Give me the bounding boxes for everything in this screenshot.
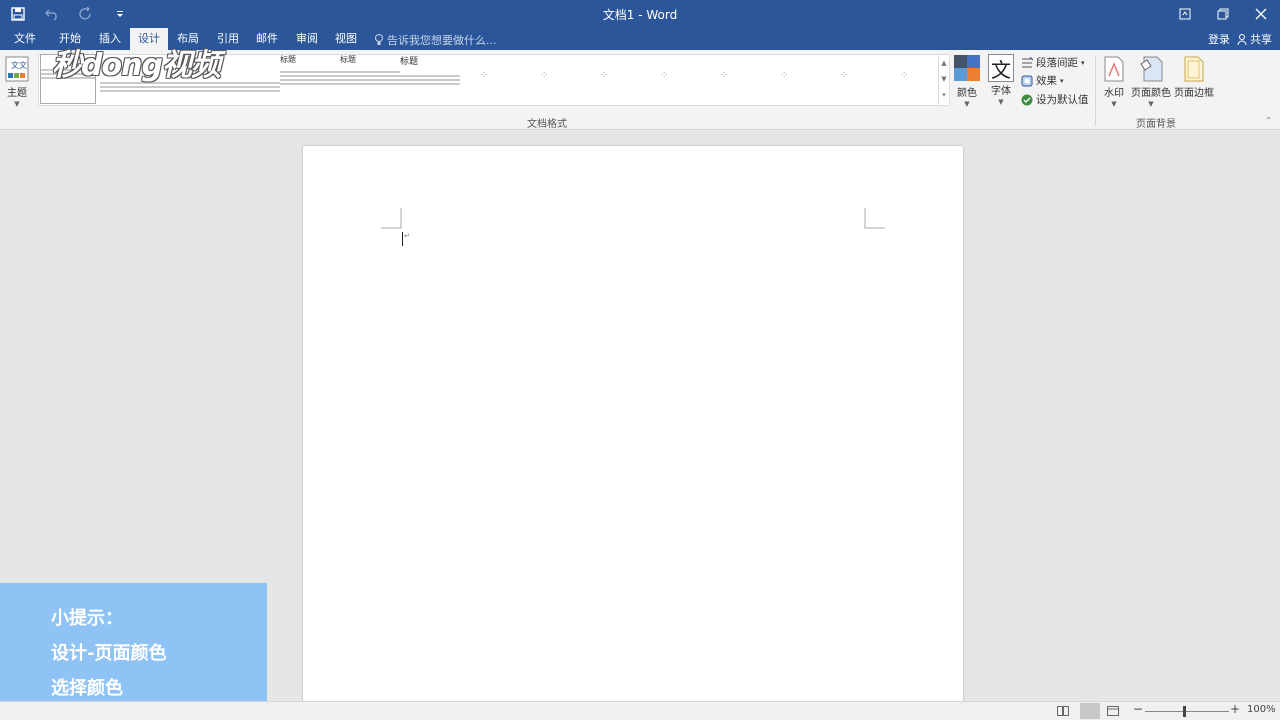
window-title: 文档1 - Word xyxy=(602,8,678,22)
zoom-level[interactable]: 100% xyxy=(1247,704,1276,715)
paragraph-spacing-label: 段落间距 xyxy=(1036,57,1078,69)
tab-view[interactable]: 视图 xyxy=(327,28,365,50)
share-label: 共享 xyxy=(1250,33,1272,46)
tab-file[interactable]: 文件 xyxy=(6,28,44,50)
chevron-down-icon: ▼ xyxy=(1111,100,1117,108)
print-layout-icon[interactable] xyxy=(1080,703,1100,719)
paragraph-mark: ↵ xyxy=(404,232,410,240)
color-palette-icon xyxy=(954,54,980,84)
font-glyph-icon: 文 xyxy=(988,54,1014,82)
loading-spinner-icon: ⁘ xyxy=(660,70,670,81)
watermark-icon xyxy=(1101,54,1127,84)
window-controls xyxy=(1166,0,1280,28)
gallery-scroll[interactable]: ▲ ▼ ▾ xyxy=(938,55,949,105)
style-thumb[interactable]: 标题 xyxy=(400,54,460,104)
loading-spinner-icon: ⁘ xyxy=(480,70,490,81)
colors-label: 颜色 xyxy=(957,88,977,99)
page-color-label: 页面颜色 xyxy=(1131,88,1171,99)
style-heading: 标题 xyxy=(400,57,419,67)
tip-panel: 小提示： 设计-页面颜色 选择颜色 xyxy=(0,583,267,715)
theme-button[interactable]: 文文 主题 ▼ xyxy=(4,54,30,108)
set-default-button[interactable]: 设为默认值 xyxy=(1021,92,1089,107)
page-color-icon xyxy=(1138,54,1164,84)
zoom-slider[interactable] xyxy=(1145,711,1229,712)
fonts-label: 字体 xyxy=(991,86,1011,97)
chevron-down-icon: ▼ xyxy=(14,100,20,108)
loading-spinner-icon: ⁘ xyxy=(540,70,550,81)
style-thumb[interactable]: 标题 xyxy=(340,54,400,104)
paragraph-spacing-icon xyxy=(1022,56,1033,67)
page-background-group-label: 页面背景 xyxy=(1136,119,1176,130)
style-heading: 标题 xyxy=(340,55,356,64)
tip-line-step: 设计-页面颜色 xyxy=(51,643,167,664)
close-icon[interactable] xyxy=(1242,0,1280,28)
colors-button[interactable]: 颜色 ▼ xyxy=(954,54,980,108)
restore-icon[interactable] xyxy=(1204,0,1242,28)
fonts-button[interactable]: 文 字体 ▼ xyxy=(988,54,1014,106)
style-heading: 标题 xyxy=(280,55,296,64)
svg-text:文文: 文文 xyxy=(11,60,27,70)
watermark-label: 水印 xyxy=(1104,88,1124,99)
effects-icon xyxy=(1021,75,1033,86)
loading-spinner-icon: ⁘ xyxy=(780,70,790,81)
page-borders-label: 页面边框 xyxy=(1174,88,1214,99)
watermark-button[interactable]: 水印 ▼ xyxy=(1101,54,1127,108)
login-link[interactable]: 登录 xyxy=(1208,31,1230,47)
margin-corner-top-right xyxy=(864,208,885,229)
person-icon xyxy=(1237,33,1247,45)
share-button[interactable]: 共享 xyxy=(1237,31,1272,47)
ribbon-display-icon[interactable] xyxy=(1166,0,1204,28)
zoom-out-button[interactable]: − xyxy=(1133,702,1143,716)
zoom-slider-thumb[interactable] xyxy=(1183,706,1186,717)
set-default-label: 设为默认值 xyxy=(1036,94,1089,106)
tab-review[interactable]: 审阅 xyxy=(288,28,326,50)
web-layout-icon[interactable] xyxy=(1107,706,1119,716)
chevron-down-icon: ▼ xyxy=(964,100,970,108)
page-borders-button[interactable]: 页面边框 xyxy=(1174,54,1214,99)
loading-spinner-icon: ⁘ xyxy=(840,70,850,81)
brand-watermark: 秒dong视频 xyxy=(52,48,221,83)
effects-button[interactable]: 效果 ▾ xyxy=(1021,73,1064,88)
checkmark-icon xyxy=(1021,94,1033,105)
style-thumb[interactable] xyxy=(220,54,280,104)
title-bar: 文档1 - Word xyxy=(0,0,1280,28)
status-bar: − + 100% xyxy=(0,701,1280,720)
theme-label: 主题 xyxy=(7,88,27,99)
document-page[interactable]: ↵ xyxy=(303,146,963,706)
loading-spinner-icon: ⁘ xyxy=(900,70,910,81)
tell-me-box[interactable]: 告诉我您想要做什么... xyxy=(374,32,497,48)
lightbulb-icon xyxy=(375,34,383,45)
tab-mailings[interactable]: 邮件 xyxy=(248,28,286,50)
chevron-down-icon: ▼ xyxy=(998,98,1004,106)
zoom-in-button[interactable]: + xyxy=(1230,702,1240,716)
margin-corner-top-left xyxy=(381,208,402,229)
tip-line-title: 小提示： xyxy=(51,608,123,629)
chevron-down-icon: ▼ xyxy=(1148,100,1154,108)
effects-label: 效果 xyxy=(1036,75,1057,87)
loading-spinner-icon: ⁘ xyxy=(720,70,730,81)
group-separator xyxy=(1095,56,1096,126)
style-thumb[interactable]: 标题 xyxy=(280,54,340,104)
paragraph-spacing-button[interactable]: 段落间距 ▾ xyxy=(1021,55,1085,70)
doc-format-group-label: 文档格式 xyxy=(527,119,567,130)
tell-me-placeholder: 告诉我您想要做什么... xyxy=(387,34,497,47)
text-cursor xyxy=(402,232,403,246)
theme-icon: 文文 xyxy=(4,54,30,84)
collapse-ribbon-icon[interactable]: ⌃ xyxy=(1265,116,1272,125)
read-mode-icon[interactable] xyxy=(1057,706,1069,716)
loading-spinner-icon: ⁘ xyxy=(600,70,610,81)
page-color-button[interactable]: 页面颜色 ▼ xyxy=(1131,54,1171,108)
page-borders-icon xyxy=(1181,54,1207,84)
